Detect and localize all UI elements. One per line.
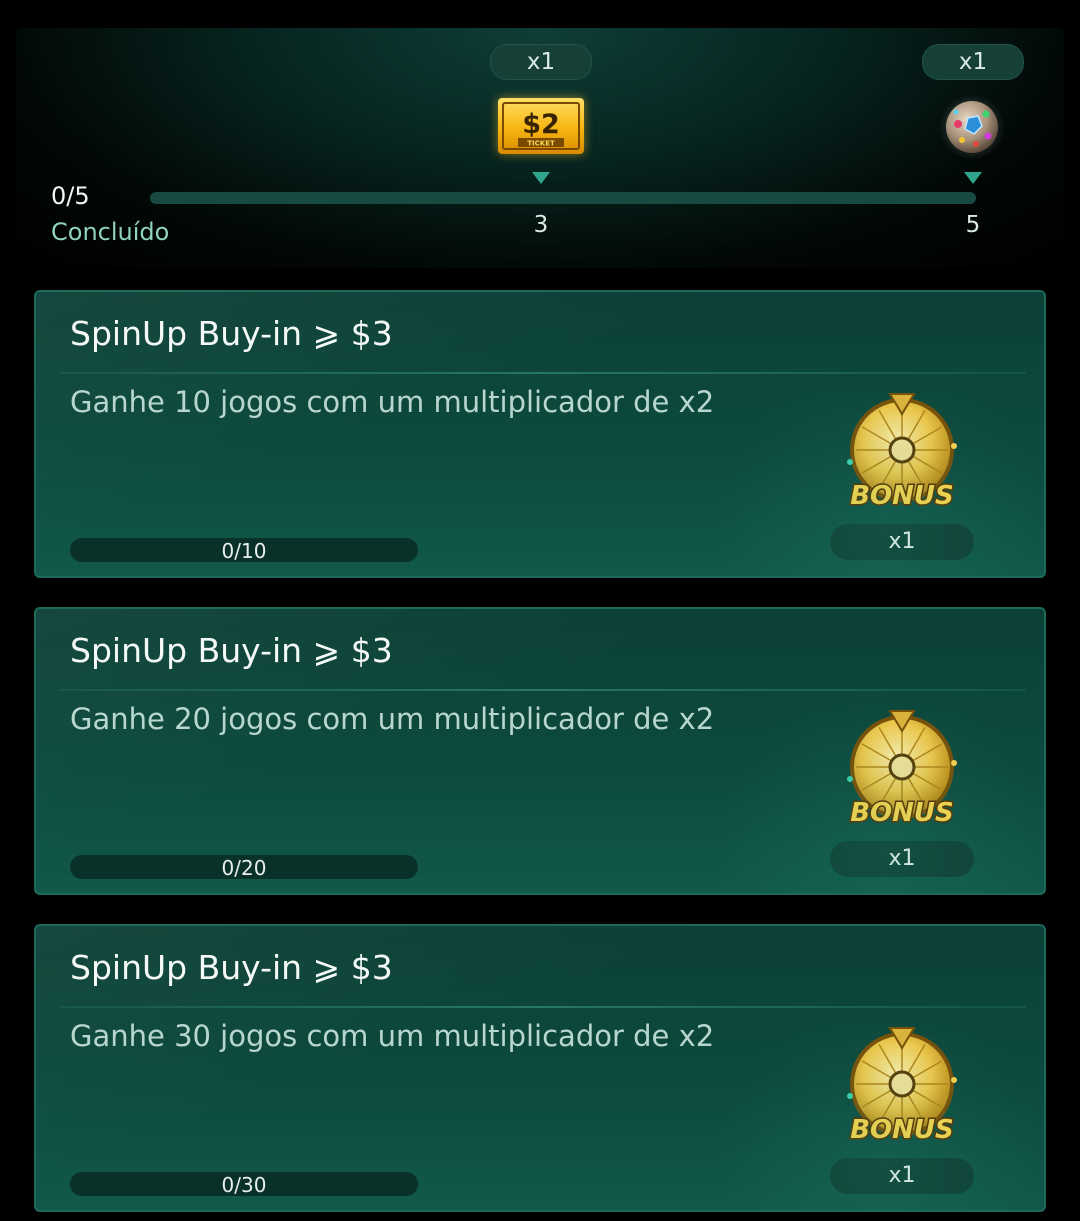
task-progress-bar: 0/10 <box>70 538 418 563</box>
bonus-label: BONUS <box>850 481 954 511</box>
task-reward-quantity: x1 <box>830 841 974 877</box>
task-progress-text: 0/30 <box>221 1173 267 1197</box>
task-description: Ganhe 30 jogos com um multiplicador de x… <box>70 1019 715 1053</box>
bonus-wheel-icon[interactable]: BONUS <box>842 392 962 520</box>
task-progress-bar: 0/20 <box>70 855 418 880</box>
ticket-icon[interactable]: $2 TICKET <box>498 98 584 154</box>
bonus-label: BONUS <box>850 798 954 828</box>
task-page: x1 x1 $2 TICKET 0/5 Concluído 3 5 SpinUp… <box>0 0 1080 1221</box>
task-progress-bar: 0/30 <box>70 1172 418 1197</box>
task-reward-quantity: x1 <box>830 524 974 560</box>
task-card[interactable]: SpinUp Buy-in ⩾ $3 Ganhe 30 jogos com um… <box>34 924 1046 1212</box>
task-card[interactable]: SpinUp Buy-in ⩾ $3 Ganhe 20 jogos com um… <box>34 607 1046 895</box>
task-title: SpinUp Buy-in ⩾ $3 <box>70 631 393 670</box>
task-card[interactable]: SpinUp Buy-in ⩾ $3 Ganhe 10 jogos com um… <box>34 290 1046 578</box>
milestone-progress-label: Concluído <box>51 218 170 246</box>
milestone-threshold-3: 3 <box>533 212 549 238</box>
milestone-threshold-5: 5 <box>965 212 981 238</box>
ticket-label: TICKET <box>527 140 555 148</box>
task-divider <box>60 1006 1026 1008</box>
task-title: SpinUp Buy-in ⩾ $3 <box>70 948 393 987</box>
milestone-reward-quantity-5: x1 <box>922 44 1024 80</box>
task-reward-quantity: x1 <box>830 1158 974 1194</box>
task-progress-text: 0/10 <box>221 539 267 563</box>
ticket-amount: $2 <box>522 109 560 140</box>
bonus-label: BONUS <box>850 1115 954 1145</box>
task-divider <box>60 372 1026 374</box>
bonus-wheel-icon[interactable]: BONUS <box>842 1026 962 1154</box>
milestone-marker-3 <box>532 172 550 184</box>
milestone-progress-bar <box>150 192 976 204</box>
milestone-marker-5 <box>964 172 982 184</box>
task-title: SpinUp Buy-in ⩾ $3 <box>70 314 393 353</box>
task-description: Ganhe 20 jogos com um multiplicador de x… <box>70 702 715 736</box>
gem-orb-icon[interactable] <box>938 94 1006 160</box>
milestone-reward-quantity-3: x1 <box>490 44 592 80</box>
task-divider <box>60 689 1026 691</box>
task-progress-text: 0/20 <box>221 856 267 880</box>
milestone-progress-count: 0/5 <box>51 182 90 210</box>
bonus-wheel-icon[interactable]: BONUS <box>842 709 962 837</box>
task-description: Ganhe 10 jogos com um multiplicador de x… <box>70 385 715 419</box>
